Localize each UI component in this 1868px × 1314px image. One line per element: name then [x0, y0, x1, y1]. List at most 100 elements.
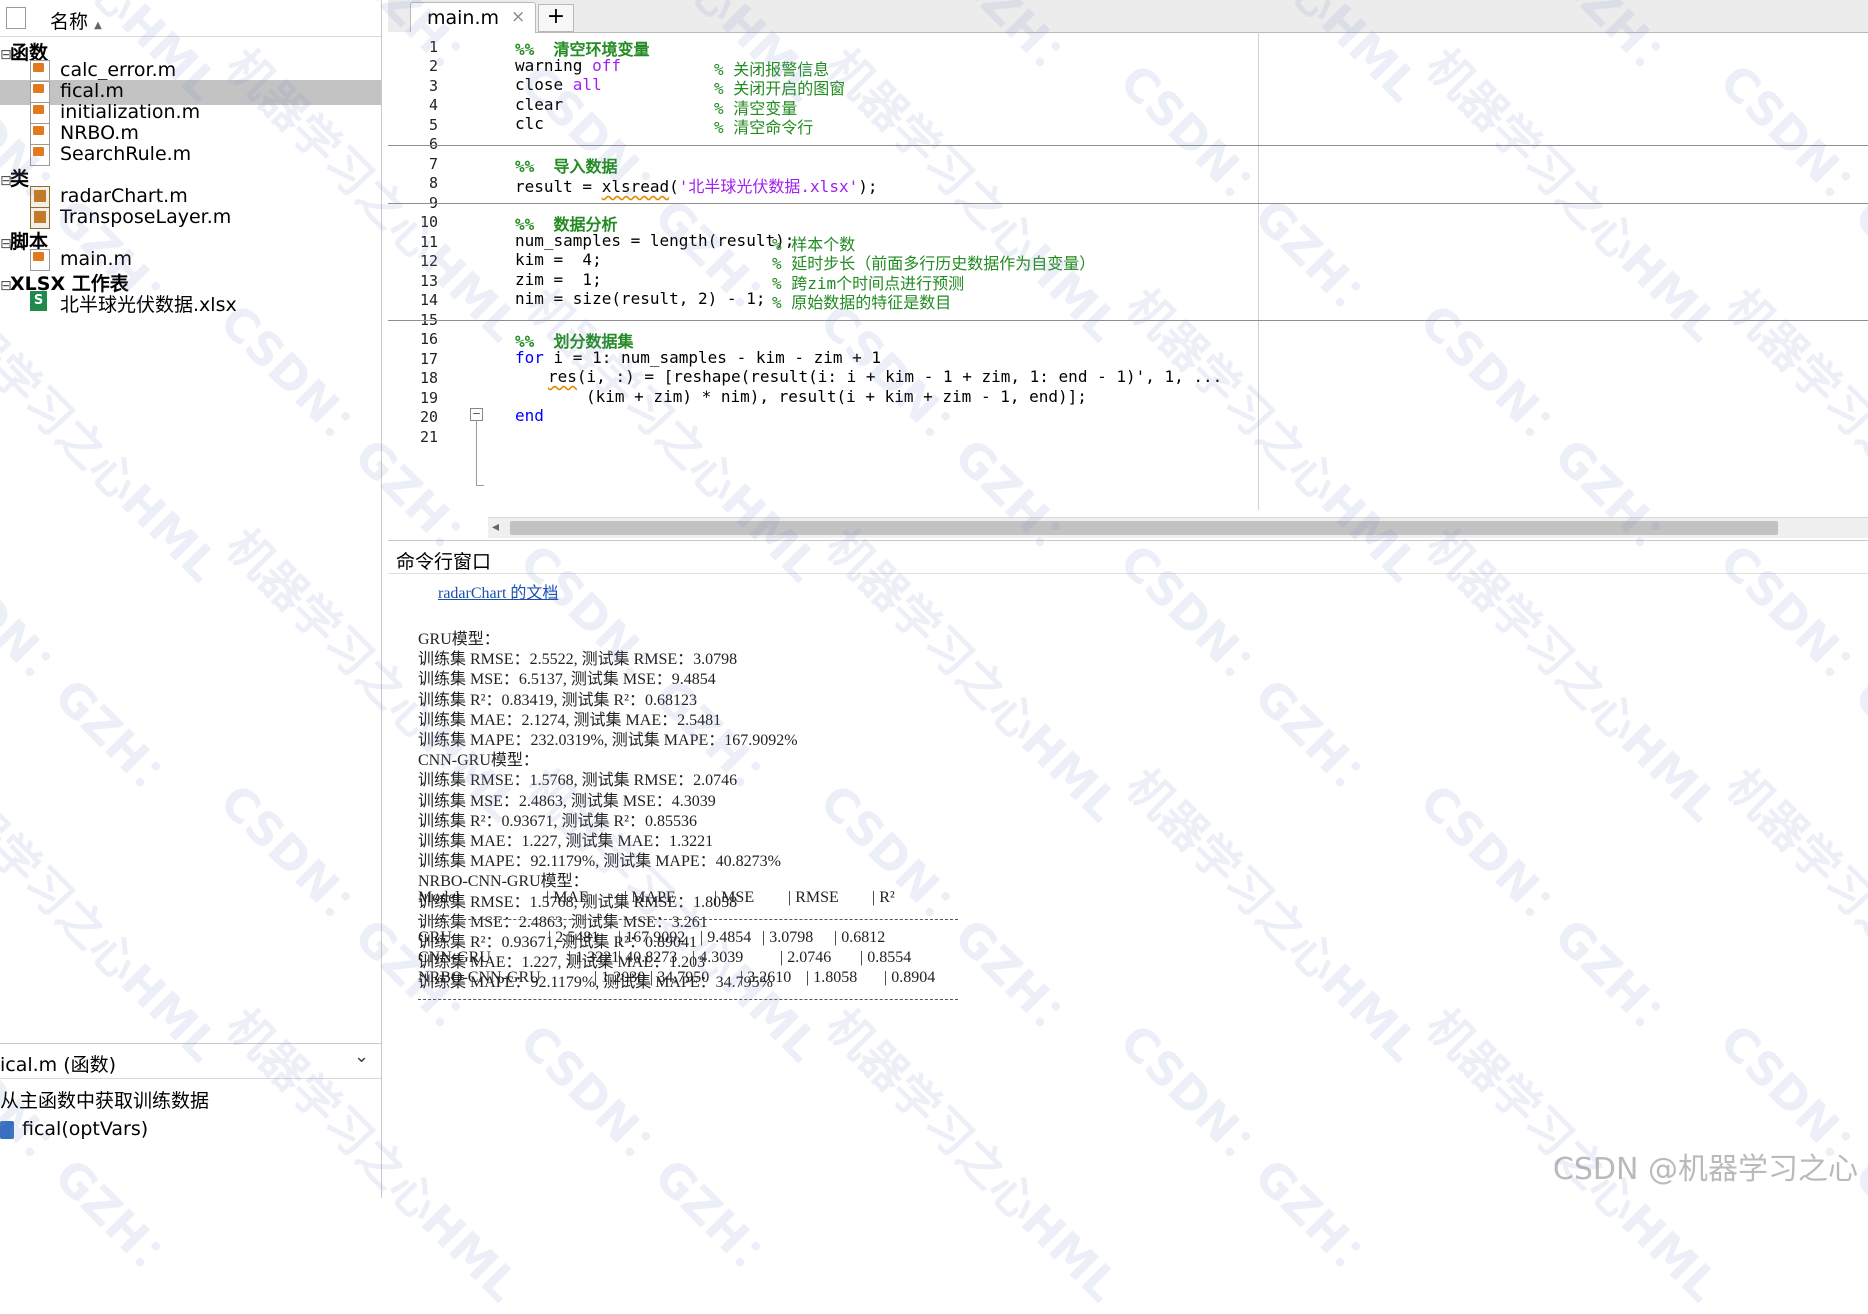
table-header-cell: | R²: [872, 889, 895, 906]
class-file-icon: [30, 186, 50, 208]
file-name: radarChart.m: [60, 185, 188, 207]
spreadsheet-icon: S: [30, 291, 50, 313]
line-number: 4: [428, 96, 438, 114]
sort-asc-icon: ▲: [94, 20, 102, 31]
table-cell: | 40.8273: [618, 949, 678, 967]
file-name: calc_error.m: [60, 59, 177, 81]
table-cell: | 1.2030: [594, 969, 646, 987]
file-item-xlsx[interactable]: S 北半球光伏数据.xlsx: [0, 290, 381, 316]
line-number: 14: [419, 291, 438, 309]
table-cell: | 0.6812: [834, 929, 886, 946]
line-number: 6: [428, 135, 438, 153]
table-cell: | 3.2610: [740, 969, 792, 987]
table-cell: | 0.8904: [884, 969, 936, 987]
line-number: 17: [419, 350, 438, 368]
fold-guide-end: [476, 485, 484, 486]
line-number-gutter: 1 2 3 4 5 6 7 8 9 10 11 12 13 14 15 16 17 18 19 20 21: [388, 32, 488, 518]
details-function-signature: fical(optVars): [0, 1118, 148, 1140]
radarchart-doc-link[interactable]: radarChart 的文档: [438, 579, 558, 603]
corner-watermark: CSDN @机器学习之心: [1552, 1152, 1858, 1187]
line-number: 7: [428, 155, 438, 173]
code-line-8[interactable]: result = xlsread('北半球光伏数据.xlsx');: [515, 173, 877, 197]
details-title: ical.m (函数): [0, 1054, 117, 1076]
file-name: NRBO.m: [60, 122, 139, 144]
file-name: 北半球光伏数据.xlsx: [60, 294, 237, 316]
code-line-13[interactable]: zim = 1;% 跨zim个时间点进行预测: [515, 270, 964, 293]
table-cell: GRU: [418, 929, 452, 946]
code-line-12[interactable]: kim = 4;% 延时步长（前面多行历史数据作为自变量）: [515, 250, 1095, 273]
line-number: 16: [419, 330, 438, 348]
command-window-titlebar: 命令行窗口: [388, 541, 1868, 574]
table-cell: | 167.9092: [618, 929, 686, 946]
code-line-2[interactable]: warning off% 关闭报警信息: [515, 56, 829, 79]
code-line-3[interactable]: close all% 关闭开启的图窗: [515, 75, 845, 98]
cell-divider: [388, 203, 1868, 204]
table-cell: | 9.4854: [700, 929, 752, 946]
file-name: SearchRule.m: [60, 143, 192, 165]
file-name: main.m: [60, 248, 133, 270]
select-all-checkbox[interactable]: [6, 7, 26, 29]
table-header-cell: | RMSE: [788, 889, 839, 906]
cell-divider: [388, 320, 1868, 321]
function-file-icon: [30, 123, 50, 145]
add-tab-button[interactable]: +: [538, 4, 574, 32]
command-window-title: 命令行窗口: [396, 551, 492, 573]
line-number: 12: [419, 252, 438, 270]
table-cell: | 1.3221: [568, 949, 620, 967]
function-icon: [0, 1120, 14, 1139]
function-file-icon: [30, 144, 50, 166]
file-name: initialization.m: [60, 101, 201, 123]
table-header-cell: | MSE: [714, 889, 755, 906]
code-line-19[interactable]: (kim + zim) * nim), result(i + kim + zim…: [586, 387, 1087, 406]
table-divider: [418, 999, 958, 1000]
line-number: 11: [419, 233, 438, 251]
line-number: 10: [419, 213, 438, 231]
name-column-header[interactable]: 名称 ▲: [50, 7, 102, 34]
table-cell: | 2.5481: [548, 929, 600, 946]
tab-label: main.m: [427, 7, 500, 29]
line-number: 8: [428, 174, 438, 192]
code-line-18[interactable]: res(i, :) = [reshape(result(i: i + kim -…: [548, 367, 1222, 386]
chevron-down-icon[interactable]: ⌄: [354, 1046, 369, 1067]
table-cell: | 3.0798: [762, 929, 814, 946]
cell-divider: [388, 145, 1868, 146]
table-header-cell: | MAE: [546, 889, 589, 906]
table-cell: NRBO-CNN-GRU: [418, 969, 541, 987]
scroll-left-icon[interactable]: ◂: [492, 519, 499, 535]
file-item-searchrule[interactable]: SearchRule.m: [0, 143, 381, 168]
fold-guide: [476, 420, 477, 486]
file-item-transposelayer[interactable]: TransposeLayer.m: [0, 206, 381, 231]
line-number: 2: [428, 57, 438, 75]
function-file-icon: [30, 102, 50, 124]
function-signature-text: fical(optVars): [22, 1118, 149, 1140]
code-line-4[interactable]: clear% 清空变量: [515, 95, 797, 118]
tab-main-m[interactable]: main.m ×: [410, 2, 536, 33]
editor-panel: main.m × + 1 2 3 4 5 6 7 8 9 10 11 12 13 14 15 16 17 18 19…: [388, 0, 1868, 540]
details-selector[interactable]: ical.m (函数) ⌄: [0, 1043, 381, 1079]
function-file-icon: [30, 81, 50, 103]
scrollbar-thumb[interactable]: [510, 521, 1778, 535]
table-cell: | 34.7950: [650, 969, 710, 987]
code-line-5[interactable]: clc% 清空命令行: [515, 114, 813, 137]
table-cell: CNN-GRU: [418, 949, 491, 967]
code-line-11[interactable]: num_samples = length(result);% 样本个数: [515, 231, 855, 254]
line-number: 3: [428, 77, 438, 95]
code-line-14[interactable]: nim = size(result, 2) - 1;% 原始数据的特征是数目: [515, 289, 951, 312]
line-number: 20: [419, 408, 438, 426]
class-file-icon: [30, 207, 50, 229]
line-number: 21: [419, 428, 438, 446]
file-list-header: 名称 ▲: [0, 0, 381, 37]
code-line-17[interactable]: for i = 1: num_samples - kim - zim + 1: [515, 348, 881, 367]
command-window[interactable]: 命令行窗口 radarChart 的文档 GRU模型： 训练集 RMSE：2.55…: [388, 540, 1868, 1199]
line-number: 13: [419, 272, 438, 290]
editor-tab-bar: main.m × +: [388, 0, 1868, 33]
code-line-20[interactable]: end: [515, 406, 544, 425]
table-cell: | 0.8554: [860, 949, 912, 967]
horizontal-scrollbar[interactable]: ◂: [488, 517, 1868, 538]
line-number: 5: [428, 116, 438, 134]
close-icon[interactable]: ×: [511, 7, 525, 27]
file-name: fical.m: [60, 80, 124, 102]
function-file-icon: [30, 60, 50, 82]
table-cell: | 4.3039: [692, 949, 744, 967]
details-description: 从主函数中获取训练数据: [0, 1090, 210, 1112]
